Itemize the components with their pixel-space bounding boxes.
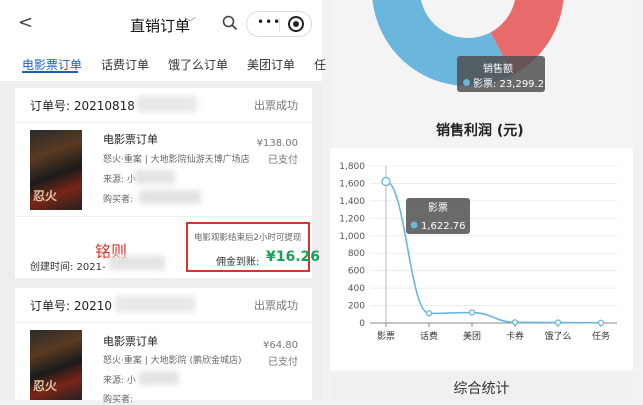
poster-caption: 忍火 bbox=[33, 189, 58, 203]
redacted-time bbox=[109, 256, 165, 270]
order-price: ¥64.80 bbox=[263, 340, 298, 351]
mini-program-capsule: ••• bbox=[246, 11, 312, 37]
y-tick-label: 1,400 bbox=[339, 197, 365, 207]
order-status: 出票成功 bbox=[254, 299, 298, 312]
line-tooltip-value: 1,622.76 bbox=[421, 221, 466, 232]
divider bbox=[15, 322, 312, 323]
profit-line-chart: 0 200 400 600 800 1,000 1,200 1,400 1,600 1,800 影票… bbox=[330, 148, 633, 370]
order-number: 订单号: 20210 bbox=[30, 299, 113, 313]
capsule-divider bbox=[279, 18, 280, 32]
statistics-screen: 销售额 影票: 23,299.2 销售利润 (元) 0 200 400 600 800 1… bbox=[330, 0, 633, 400]
order-card[interactable]: 订单号: 20210818 出票成功 忍火 电影票订单 怒火·重案 | 大地影院… bbox=[15, 88, 320, 278]
data-point bbox=[511, 319, 519, 326]
movie-cinema: 怒火·重案 | 大地影院 (鹏欣金城店) bbox=[103, 356, 242, 366]
order-source: 来源: 小 bbox=[103, 175, 136, 185]
x-tick-label: 美团 bbox=[463, 330, 481, 342]
order-buyer: 购买者: bbox=[103, 395, 134, 405]
redacted-source bbox=[139, 371, 179, 385]
line-chart-svg: 0 200 400 600 800 1,000 1,200 1,400 1,600 1,800 影票… bbox=[339, 162, 617, 342]
data-point bbox=[425, 310, 433, 317]
back-icon[interactable]: < bbox=[18, 12, 33, 33]
x-tick-label: 话费 bbox=[420, 330, 438, 342]
order-card[interactable]: 订单号: 20210 出票成功 忍火 电影票订单 怒火·重案 | 大地影院 (鹏… bbox=[15, 288, 312, 405]
tab-task-orders[interactable]: 任 bbox=[314, 56, 326, 73]
y-tick-label: 1,800 bbox=[339, 162, 365, 172]
order-source: 来源: 小 bbox=[103, 376, 136, 386]
data-point bbox=[381, 176, 391, 187]
payment-status: 已支付 bbox=[268, 357, 298, 368]
commission-label: 佣金到账: bbox=[216, 257, 260, 268]
commission-box: 电影观影结束后2小时可提现 佣金到账: ¥16.26 bbox=[186, 222, 320, 272]
order-tabs: 电影票订单 话费订单 饿了么订单 美团订单 任 bbox=[0, 48, 326, 82]
y-tick-label: 800 bbox=[348, 249, 365, 259]
summary-section-title: 综合统计 bbox=[330, 372, 633, 400]
divider bbox=[15, 122, 312, 123]
x-tick-label: 卡券 bbox=[506, 330, 524, 342]
poster-caption: 忍火 bbox=[33, 379, 58, 393]
donut-tooltip-value: 影票: 23,299.2 bbox=[473, 79, 545, 90]
x-tick-label: 饿了么 bbox=[544, 330, 571, 342]
donut-tooltip-title: 销售额 bbox=[483, 64, 513, 75]
withdraw-notice: 电影观影结束后2小时可提现 bbox=[194, 233, 302, 243]
page-title[interactable]: 直销订单 bbox=[130, 15, 190, 36]
create-time: 创建时间: 2021- bbox=[30, 262, 106, 273]
active-tab-indicator bbox=[22, 71, 78, 73]
tab-phone-orders[interactable]: 话费订单 bbox=[101, 56, 149, 73]
donut-tooltip: 销售额 影票: 23,299.2 bbox=[457, 56, 545, 92]
y-tick-label: 600 bbox=[348, 267, 365, 277]
movie-poster: 忍火 bbox=[30, 330, 82, 400]
order-buyer: 购买者: bbox=[103, 195, 134, 205]
payment-status: 已支付 bbox=[268, 155, 298, 166]
data-point bbox=[468, 309, 476, 316]
chart-title: 销售利润 (元) bbox=[436, 123, 524, 139]
x-tick-label: 影票 bbox=[377, 331, 395, 342]
y-tick-label: 1,600 bbox=[339, 179, 365, 189]
order-price: ¥138.00 bbox=[256, 138, 298, 149]
y-tick-label: 400 bbox=[348, 284, 365, 294]
tab-eleme-orders[interactable]: 饿了么订单 bbox=[168, 56, 228, 73]
line-tooltip-title: 影票 bbox=[428, 202, 448, 214]
close-target-icon[interactable] bbox=[288, 16, 304, 32]
product-title: 电影票订单 bbox=[103, 133, 158, 146]
data-point bbox=[597, 319, 605, 326]
redacted-buyer bbox=[139, 190, 201, 204]
movie-cinema: 怒火·重案 | 大地影院仙游天博广场店 bbox=[103, 155, 250, 165]
commission-value: ¥16.26 bbox=[266, 249, 321, 265]
divider bbox=[15, 216, 312, 217]
y-tick-label: 1,000 bbox=[339, 232, 365, 242]
redacted-order-number bbox=[115, 296, 195, 312]
y-tick-label: 0 bbox=[359, 319, 365, 329]
legend-dot-icon bbox=[410, 221, 418, 229]
more-icon[interactable]: ••• bbox=[257, 15, 281, 29]
order-number: 订单号: 20210818 bbox=[30, 99, 135, 113]
product-title: 电影票订单 bbox=[103, 335, 158, 348]
redacted-order-number bbox=[137, 96, 197, 112]
order-list-screen: < 直销订单 ﹀ ••• 电影票订单 话费订单 饿了么订单 美团订单 任 订单号… bbox=[0, 0, 326, 405]
chevron-down-icon[interactable]: ﹀ bbox=[184, 14, 196, 31]
nav-header: < 直销订单 ﹀ ••• bbox=[0, 0, 322, 48]
x-tick-label: 任务 bbox=[592, 330, 610, 342]
search-icon[interactable] bbox=[222, 15, 238, 31]
tab-meituan-orders[interactable]: 美团订单 bbox=[247, 56, 295, 73]
y-tick-label: 1,200 bbox=[339, 214, 365, 224]
data-point bbox=[554, 319, 562, 326]
movie-poster: 忍火 bbox=[30, 130, 82, 210]
order-status: 出票成功 bbox=[254, 99, 298, 112]
y-tick-label: 200 bbox=[348, 302, 365, 312]
redacted-source bbox=[135, 170, 175, 184]
legend-dot-icon bbox=[463, 79, 470, 86]
